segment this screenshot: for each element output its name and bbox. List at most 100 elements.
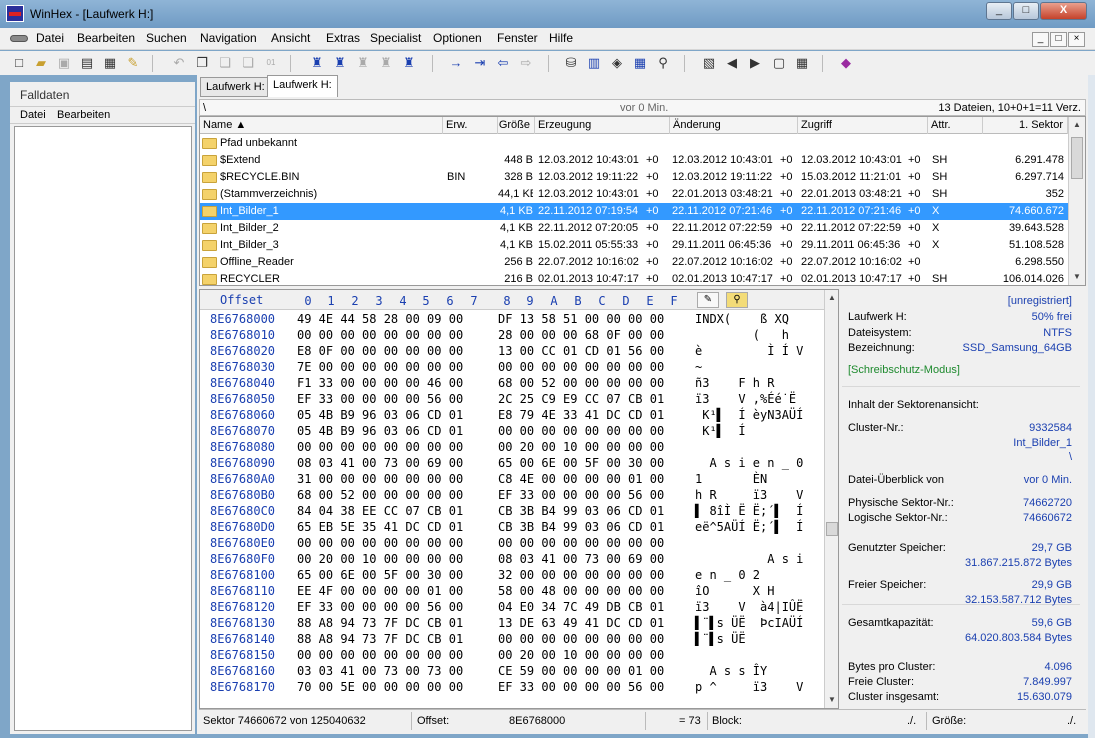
replace-hex-icon[interactable]: ♜ <box>378 55 394 71</box>
column-name[interactable]: Name ▲ <box>200 117 443 134</box>
case-tree[interactable] <box>14 126 192 731</box>
column-accessed[interactable]: Zugriff <box>798 117 928 134</box>
hex-row[interactable]: 8E6768030 7E 00 00 00 00 00 00 00 00 00 00… <box>200 360 824 376</box>
menu-datei[interactable]: Datei <box>36 31 64 45</box>
column-size[interactable]: Größe <box>498 117 535 134</box>
mdi-minimize-button[interactable]: _ <box>1032 32 1049 47</box>
hex-row[interactable]: 8E67680A0 31 00 00 00 00 00 00 00 C8 4E 00… <box>200 472 824 488</box>
forward-icon[interactable]: ⇨ <box>518 55 534 71</box>
hex-row[interactable]: 8E6768040 F1 33 00 00 00 00 46 00 68 00 52… <box>200 376 824 392</box>
hex-scrollbar[interactable]: ▲ ▼ <box>824 290 838 708</box>
menu-fenster[interactable]: Fenster <box>497 31 538 45</box>
directory-scrollbar[interactable]: ▲ ▼ <box>1068 117 1085 285</box>
find-hex-icon[interactable]: ♜ <box>332 55 348 71</box>
column-ext[interactable]: Erw. <box>443 117 498 134</box>
open-disk-icon[interactable]: ⛁ <box>563 55 579 71</box>
menu-specialist[interactable]: Specialist <box>370 31 421 45</box>
hex-row[interactable]: 8E6768170 70 00 5E 00 00 00 00 00 EF 33 00… <box>200 680 824 696</box>
hex-row[interactable]: 8E6768060 05 4B B9 96 03 06 CD 01 E8 79 4E… <box>200 408 824 424</box>
tab-laufwerk-h-2[interactable]: Laufwerk H: <box>267 75 338 97</box>
hex-row[interactable]: 8E6768000 49 4E 44 58 28 00 09 00 DF 13 58… <box>200 312 824 328</box>
tab-laufwerk-h-1[interactable]: Laufwerk H: <box>200 77 271 97</box>
hex-row[interactable]: 8E67680F0 00 20 00 10 00 00 00 00 08 03 41… <box>200 552 824 568</box>
goto-sector-icon[interactable]: ⇥ <box>472 55 488 71</box>
hex-row[interactable]: 8E6768130 88 A8 94 73 7F DC CB 01 13 DE 63… <box>200 616 824 632</box>
hex-row[interactable]: 8E6768010 00 00 00 00 00 00 00 00 28 00 00… <box>200 328 824 344</box>
back-icon[interactable]: ⇦ <box>495 55 511 71</box>
snapshot-icon[interactable]: ▢ <box>771 55 787 71</box>
directory-row[interactable]: Pfad unbekannt <box>200 135 1068 152</box>
hex-row[interactable]: 8E67680E0 00 00 00 00 00 00 00 00 00 00 00… <box>200 536 824 552</box>
goto-offset-icon[interactable]: → <box>448 55 464 71</box>
hex-row[interactable]: 8E6768080 00 00 00 00 00 00 00 00 00 20 00… <box>200 440 824 456</box>
column-modified[interactable]: Änderung <box>670 117 798 134</box>
clone-icon[interactable]: ▥ <box>586 55 602 71</box>
mdi-restore-button[interactable]: □ <box>1050 32 1067 47</box>
hex-row[interactable]: 8E6768150 00 00 00 00 00 00 00 00 00 20 00… <box>200 648 824 664</box>
hex-row[interactable]: 8E6768140 88 A8 94 73 7F DC CB 01 00 00 00… <box>200 632 824 648</box>
directory-browser-icon[interactable]: ▧ <box>701 55 717 71</box>
hex-row[interactable]: 8E6768050 EF 33 00 00 00 00 56 00 2C 25 C9… <box>200 392 824 408</box>
write-icon[interactable]: ❏ <box>240 55 256 71</box>
hex-row[interactable]: 8E6768020 E8 0F 00 00 00 00 00 00 13 00 CC… <box>200 344 824 360</box>
grid-icon[interactable]: ▦ <box>794 55 810 71</box>
edit-icon[interactable]: ✎ <box>125 55 141 71</box>
hex-row[interactable]: 8E67680B0 68 00 52 00 00 00 00 00 EF 33 00… <box>200 488 824 504</box>
pen-icon[interactable]: ✎ <box>697 292 719 308</box>
hex-row[interactable]: 8E67680C0 84 04 38 EE CC 07 CB 01 CB 3B B4… <box>200 504 824 520</box>
directory-row[interactable]: Int_Bilder_1 4,1 KB 22.11.2012 07:19:54 +0 2… <box>200 203 1068 220</box>
image-icon[interactable]: ◈ <box>609 55 625 71</box>
column-created[interactable]: Erzeugung <box>535 117 670 134</box>
directory-row[interactable]: Int_Bilder_3 4,1 KB 15.02.2011 05:55:33 +0 2… <box>200 237 1068 254</box>
menu-navigation[interactable]: Navigation <box>200 31 257 45</box>
print-icon[interactable]: ▤ <box>79 55 95 71</box>
undo-icon[interactable]: ↶ <box>171 55 187 71</box>
menu-ansicht[interactable]: Ansicht <box>271 31 310 45</box>
scroll-down-icon[interactable]: ▼ <box>1069 269 1085 285</box>
analyze-icon[interactable]: ⚲ <box>655 55 671 71</box>
menu-suchen[interactable]: Suchen <box>146 31 187 45</box>
hex-row[interactable]: 8E67680D0 65 EB 5E 35 41 DC CD 01 CB 3B B4… <box>200 520 824 536</box>
menu-hilfe[interactable]: Hilfe <box>549 31 573 45</box>
maximize-button[interactable]: □ <box>1013 2 1039 20</box>
directory-row[interactable]: $RECYCLE.BIN BIN 328 B 12.03.2012 19:11:22 +… <box>200 169 1068 186</box>
copy-icon[interactable]: ❐ <box>194 55 210 71</box>
disk-icon[interactable] <box>10 35 28 42</box>
next-icon[interactable]: ▶ <box>747 55 763 71</box>
hex-scroll-down-icon[interactable]: ▼ <box>825 692 838 708</box>
hex-editor[interactable]: Offset 0 1 2 3 4 5 6 7 8 9 A B C D E F ✎ ⚲ 8E6768000 49 … <box>199 289 839 709</box>
mdi-close-button[interactable]: × <box>1068 32 1085 47</box>
directory-row[interactable]: (Stammverzeichnis) 44,1 KB 12.03.2012 10:4… <box>200 186 1068 203</box>
directory-row[interactable]: Offline_Reader 256 B 22.07.2012 10:16:02 +0… <box>200 254 1068 271</box>
directory-row[interactable]: RECYCLER 216 B 02.01.2013 10:47:17 +0 02.01.… <box>200 271 1068 285</box>
directory-row[interactable]: Int_Bilder_2 4,1 KB 22.11.2012 07:20:05 +0 2… <box>200 220 1068 237</box>
hex-row[interactable]: 8E6768120 EF 33 00 00 00 00 56 00 04 E0 34… <box>200 600 824 616</box>
prev-icon[interactable]: ◀ <box>724 55 740 71</box>
directory-row[interactable]: $Extend 448 B 12.03.2012 10:43:01 +0 12.03.2… <box>200 152 1068 169</box>
magnifier-icon[interactable]: ⚲ <box>726 292 748 308</box>
case-menu-datei[interactable]: Datei <box>20 109 46 121</box>
hex-row[interactable]: 8E6768160 03 03 41 00 73 00 73 00 CE 59 00… <box>200 664 824 680</box>
paste-icon[interactable]: ❏ <box>217 55 233 71</box>
case-menu-bearbeiten[interactable]: Bearbeiten <box>57 109 110 121</box>
open-icon[interactable]: ▰ <box>33 55 49 71</box>
properties-icon[interactable]: ▦ <box>102 55 118 71</box>
scroll-up-icon[interactable]: ▲ <box>1069 117 1085 133</box>
hex-scroll-up-icon[interactable]: ▲ <box>825 290 838 306</box>
help-book-icon[interactable]: ◆ <box>838 55 854 71</box>
calculator-icon[interactable]: ▦ <box>632 55 648 71</box>
hex-row[interactable]: 8E6768100 65 00 6E 00 5F 00 30 00 32 00 00… <box>200 568 824 584</box>
replace-text-icon[interactable]: ♜ <box>355 55 371 71</box>
menu-bearbeiten[interactable]: Bearbeiten <box>77 31 135 45</box>
close-button[interactable]: X <box>1040 2 1087 20</box>
menu-extras[interactable]: Extras <box>326 31 360 45</box>
hex-row[interactable]: 8E6768110 EE 4F 00 00 00 00 01 00 58 00 48… <box>200 584 824 600</box>
menu-optionen[interactable]: Optionen <box>433 31 482 45</box>
save-icon[interactable]: ▣ <box>56 55 72 71</box>
find-combined-icon[interactable]: ♜ <box>401 55 417 71</box>
column-attr[interactable]: Attr. <box>928 117 983 134</box>
hex-row[interactable]: 8E6768090 08 03 41 00 73 00 69 00 65 00 6E… <box>200 456 824 472</box>
hex-scroll-thumb[interactable] <box>826 522 838 536</box>
hex-row[interactable]: 8E6768070 05 4B B9 96 03 06 CD 01 00 00 00… <box>200 424 824 440</box>
column-first-sector[interactable]: 1. Sektor <box>983 117 1068 134</box>
